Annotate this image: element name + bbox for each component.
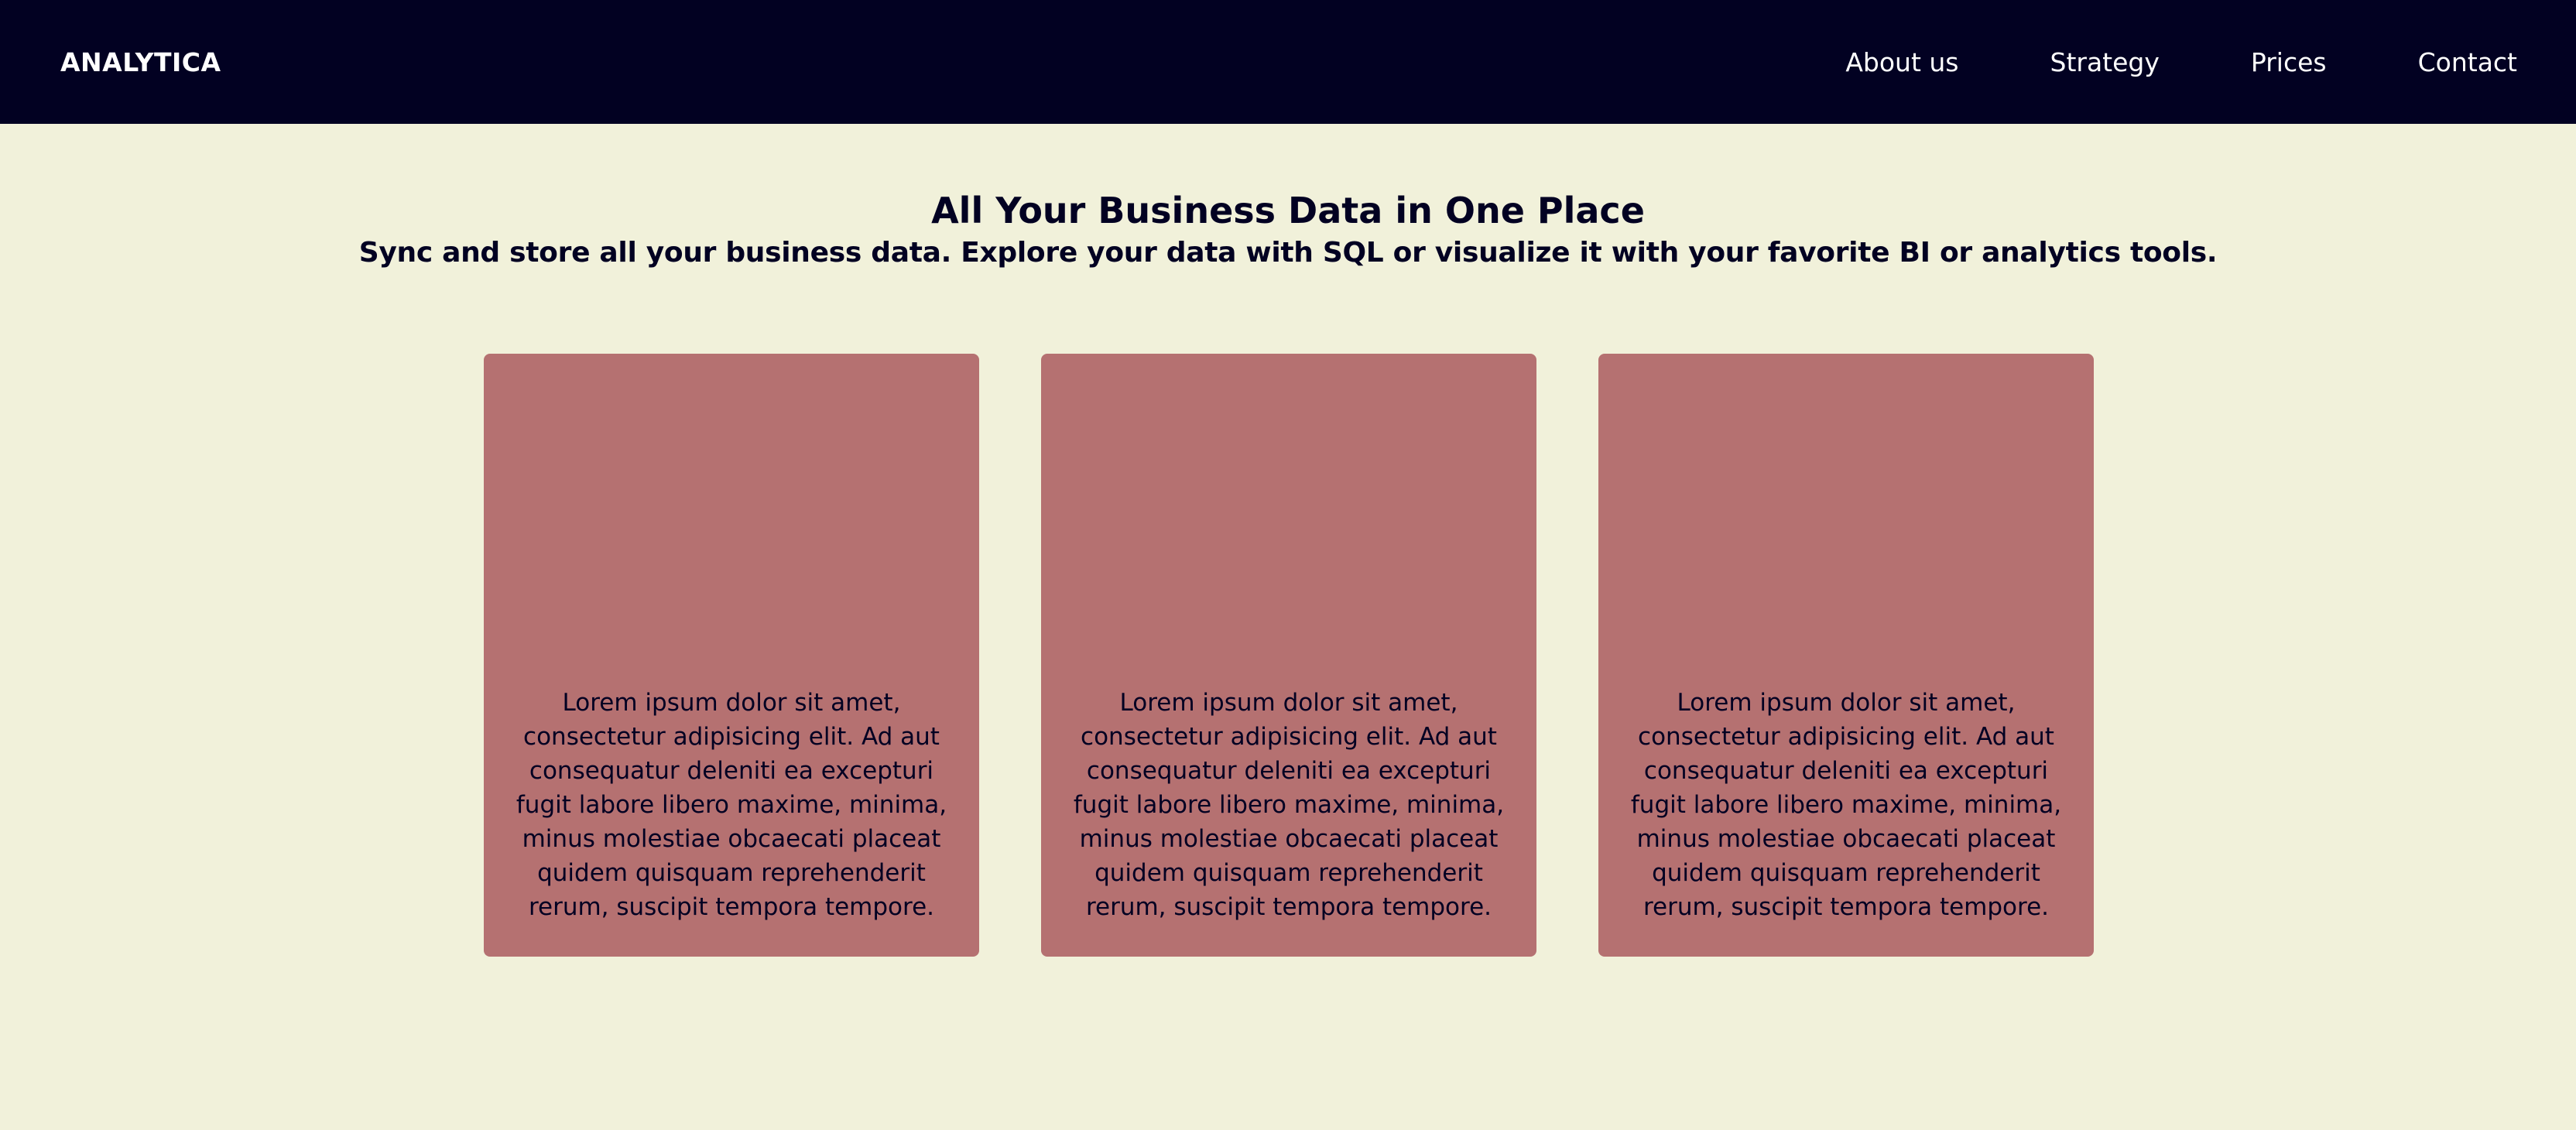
feature-card: Lorem ipsum dolor sit amet, consectetur … <box>1041 354 1536 957</box>
nav-link-strategy[interactable]: Strategy <box>2050 47 2160 77</box>
nav-menu: About us Strategy Prices Contact <box>1754 47 2517 77</box>
nav-link-contact[interactable]: Contact <box>2418 47 2517 77</box>
card-text: Lorem ipsum dolor sit amet, consectetur … <box>1073 689 1505 921</box>
card-text: Lorem ipsum dolor sit amet, consectetur … <box>516 689 947 921</box>
card-text: Lorem ipsum dolor sit amet, consectetur … <box>1630 689 2062 921</box>
feature-card: Lorem ipsum dolor sit amet, consectetur … <box>484 354 979 957</box>
logo[interactable]: ANALYTICA <box>60 47 221 77</box>
nav-link-about-us[interactable]: About us <box>1845 47 1958 77</box>
hero-section: All Your Business Data in One Place Sync… <box>0 124 2576 272</box>
nav-link-prices[interactable]: Prices <box>2251 47 2327 77</box>
page-title: All Your Business Data in One Place <box>931 190 1645 231</box>
feature-cards: Lorem ipsum dolor sit amet, consectetur … <box>484 354 2094 957</box>
page-subtitle: Sync and store all your business data. E… <box>358 237 2218 269</box>
feature-card: Lorem ipsum dolor sit amet, consectetur … <box>1598 354 2094 957</box>
top-navbar: ANALYTICA About us Strategy Prices Conta… <box>0 0 2576 124</box>
